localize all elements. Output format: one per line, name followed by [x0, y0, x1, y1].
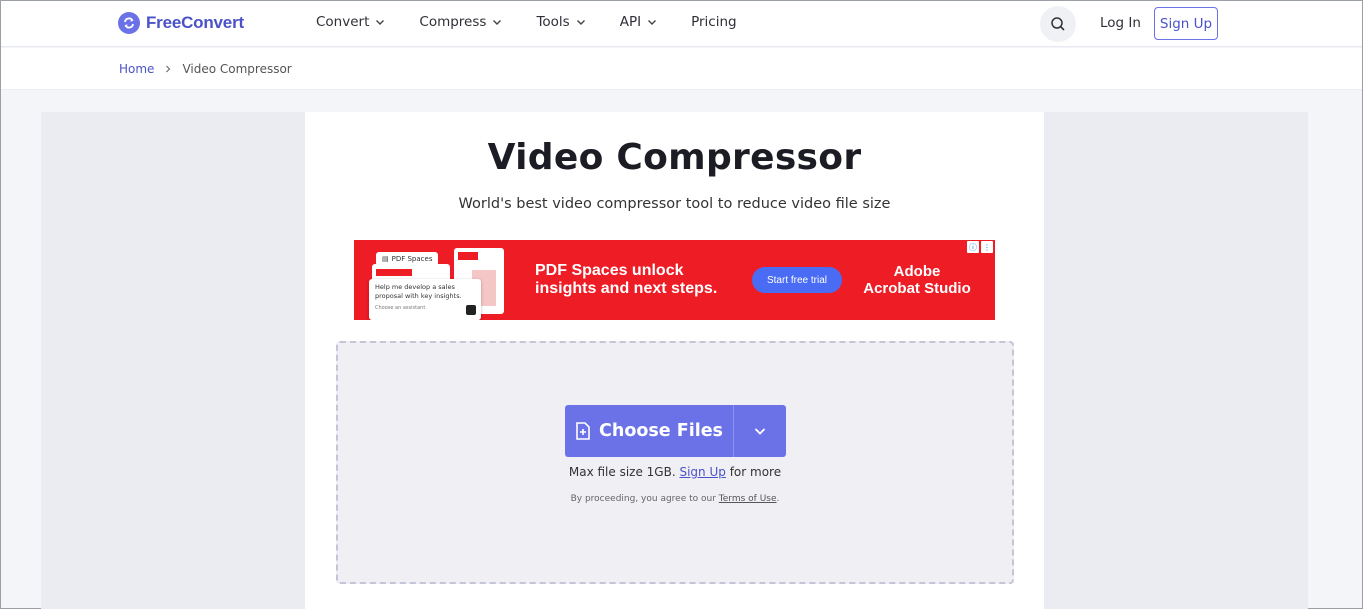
terms-of-use-link[interactable]: Terms of Use: [719, 494, 777, 504]
search-button[interactable]: [1040, 6, 1076, 42]
breadcrumb: Home Video Compressor: [119, 62, 292, 76]
ad-chip: ▤ PDF Spaces: [376, 252, 439, 266]
choose-source-dropdown[interactable]: [734, 405, 786, 457]
breadcrumb-bar: Home Video Compressor: [1, 48, 1362, 90]
send-icon: [466, 305, 476, 315]
ad-controls: ⓘ ⋮: [967, 241, 993, 253]
ad-brand: Adobe Acrobat Studio: [863, 263, 971, 297]
nav-compress[interactable]: Compress: [419, 14, 502, 30]
file-drop-zone[interactable]: Choose Files Max file size 1GB. Sign Up …: [336, 341, 1014, 584]
page-subtitle: World's best video compressor tool to re…: [458, 196, 891, 212]
more-vertical-icon[interactable]: ⋮: [981, 241, 993, 253]
chevron-down-icon: [576, 20, 585, 25]
chevron-down-icon: [648, 20, 657, 25]
nav-convert[interactable]: Convert: [316, 14, 385, 30]
choose-files-button-group: Choose Files: [565, 405, 786, 457]
logo-text: FreeConvert: [146, 13, 244, 32]
file-size-limit: Max file size 1GB. Sign Up for more: [568, 465, 782, 479]
refresh-arrows-icon: [118, 12, 140, 34]
breadcrumb-current: Video Compressor: [182, 62, 292, 76]
breadcrumb-home-link[interactable]: Home: [119, 62, 154, 76]
terms-notice: By proceeding, you agree to our Terms of…: [570, 494, 780, 504]
signup-button[interactable]: Sign Up: [1154, 7, 1218, 40]
login-link[interactable]: Log In: [1100, 15, 1141, 31]
freeconvert-logo[interactable]: FreeConvert: [118, 12, 244, 34]
page-title: Video Compressor: [487, 137, 862, 178]
chevron-down-icon: [493, 20, 502, 25]
file-icon: ▤: [382, 255, 389, 263]
adobe-banner-ad[interactable]: ▤ PDF Spaces Help me develop a sales pro…: [354, 240, 995, 320]
chevron-down-icon: [754, 428, 766, 435]
info-icon[interactable]: ⓘ: [967, 241, 979, 253]
choose-files-button[interactable]: Choose Files: [565, 405, 733, 457]
file-plus-icon: [576, 422, 590, 440]
nav-tools[interactable]: Tools: [536, 14, 585, 30]
nav-api[interactable]: API: [620, 14, 657, 30]
main-content: Video Compressor World's best video comp…: [305, 112, 1044, 609]
search-icon: [1051, 17, 1065, 31]
signup-link[interactable]: Sign Up: [679, 465, 725, 479]
nav-pricing[interactable]: Pricing: [691, 14, 737, 30]
ad-start-trial-button[interactable]: Start free trial: [752, 267, 842, 293]
ad-headline: PDF Spaces unlock insights and next step…: [535, 262, 718, 297]
ad-prompt-card: Help me develop a sales proposal with ke…: [369, 279, 481, 320]
left-ad-gutter: [41, 112, 305, 609]
chevron-down-icon: [376, 20, 385, 25]
ad-illustration: ▤ PDF Spaces Help me develop a sales pro…: [364, 246, 524, 320]
right-ad-gutter: [1044, 112, 1308, 609]
chevron-right-icon: [166, 65, 171, 73]
top-navbar: FreeConvert Convert Compress Tools API P…: [1, 1, 1362, 47]
main-nav: Convert Compress Tools API Pricing: [316, 14, 771, 30]
